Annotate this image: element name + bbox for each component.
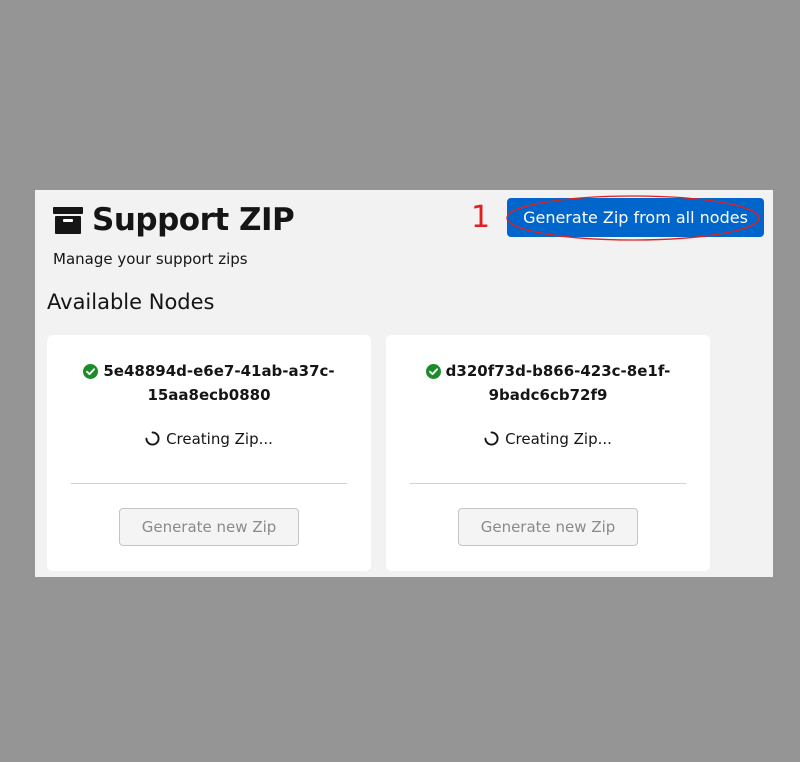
spinner-icon bbox=[145, 431, 160, 446]
node-card: 5e48894d-e6e7-41ab-a37c-15aa8ecb0880 Cre… bbox=[47, 335, 371, 571]
card-divider bbox=[410, 483, 686, 484]
node-id-text: 5e48894d-e6e7-41ab-a37c-15aa8ecb0880 bbox=[103, 362, 335, 404]
node-status-text: Creating Zip... bbox=[166, 430, 273, 448]
check-circle-icon bbox=[425, 364, 441, 379]
node-status: Creating Zip... bbox=[386, 430, 710, 448]
card-divider bbox=[71, 483, 347, 484]
node-card: d320f73d-b866-423c-8e1f-9badc6cb72f9 Cre… bbox=[386, 335, 710, 571]
section-title: Available Nodes bbox=[47, 290, 215, 314]
page-subtitle: Manage your support zips bbox=[53, 250, 248, 268]
archive-box-icon bbox=[53, 206, 83, 234]
page-title: Support ZIP bbox=[92, 202, 295, 238]
node-status-text: Creating Zip... bbox=[505, 430, 612, 448]
generate-new-zip-button[interactable]: Generate new Zip bbox=[458, 508, 638, 546]
generate-zip-all-nodes-button[interactable]: Generate Zip from all nodes bbox=[507, 198, 764, 237]
annotation-number: 1 bbox=[471, 200, 491, 235]
page-header: Support ZIP bbox=[53, 202, 295, 238]
spinner-icon bbox=[484, 431, 499, 446]
check-circle-icon bbox=[83, 364, 99, 379]
node-status: Creating Zip... bbox=[47, 430, 371, 448]
node-id-label: 5e48894d-e6e7-41ab-a37c-15aa8ecb0880 bbox=[47, 359, 371, 407]
support-zip-panel: Support ZIP Manage your support zips 1 G… bbox=[35, 190, 773, 577]
node-id-label: d320f73d-b866-423c-8e1f-9badc6cb72f9 bbox=[386, 359, 710, 407]
generate-new-zip-button[interactable]: Generate new Zip bbox=[119, 508, 299, 546]
node-id-text: d320f73d-b866-423c-8e1f-9badc6cb72f9 bbox=[445, 362, 671, 404]
